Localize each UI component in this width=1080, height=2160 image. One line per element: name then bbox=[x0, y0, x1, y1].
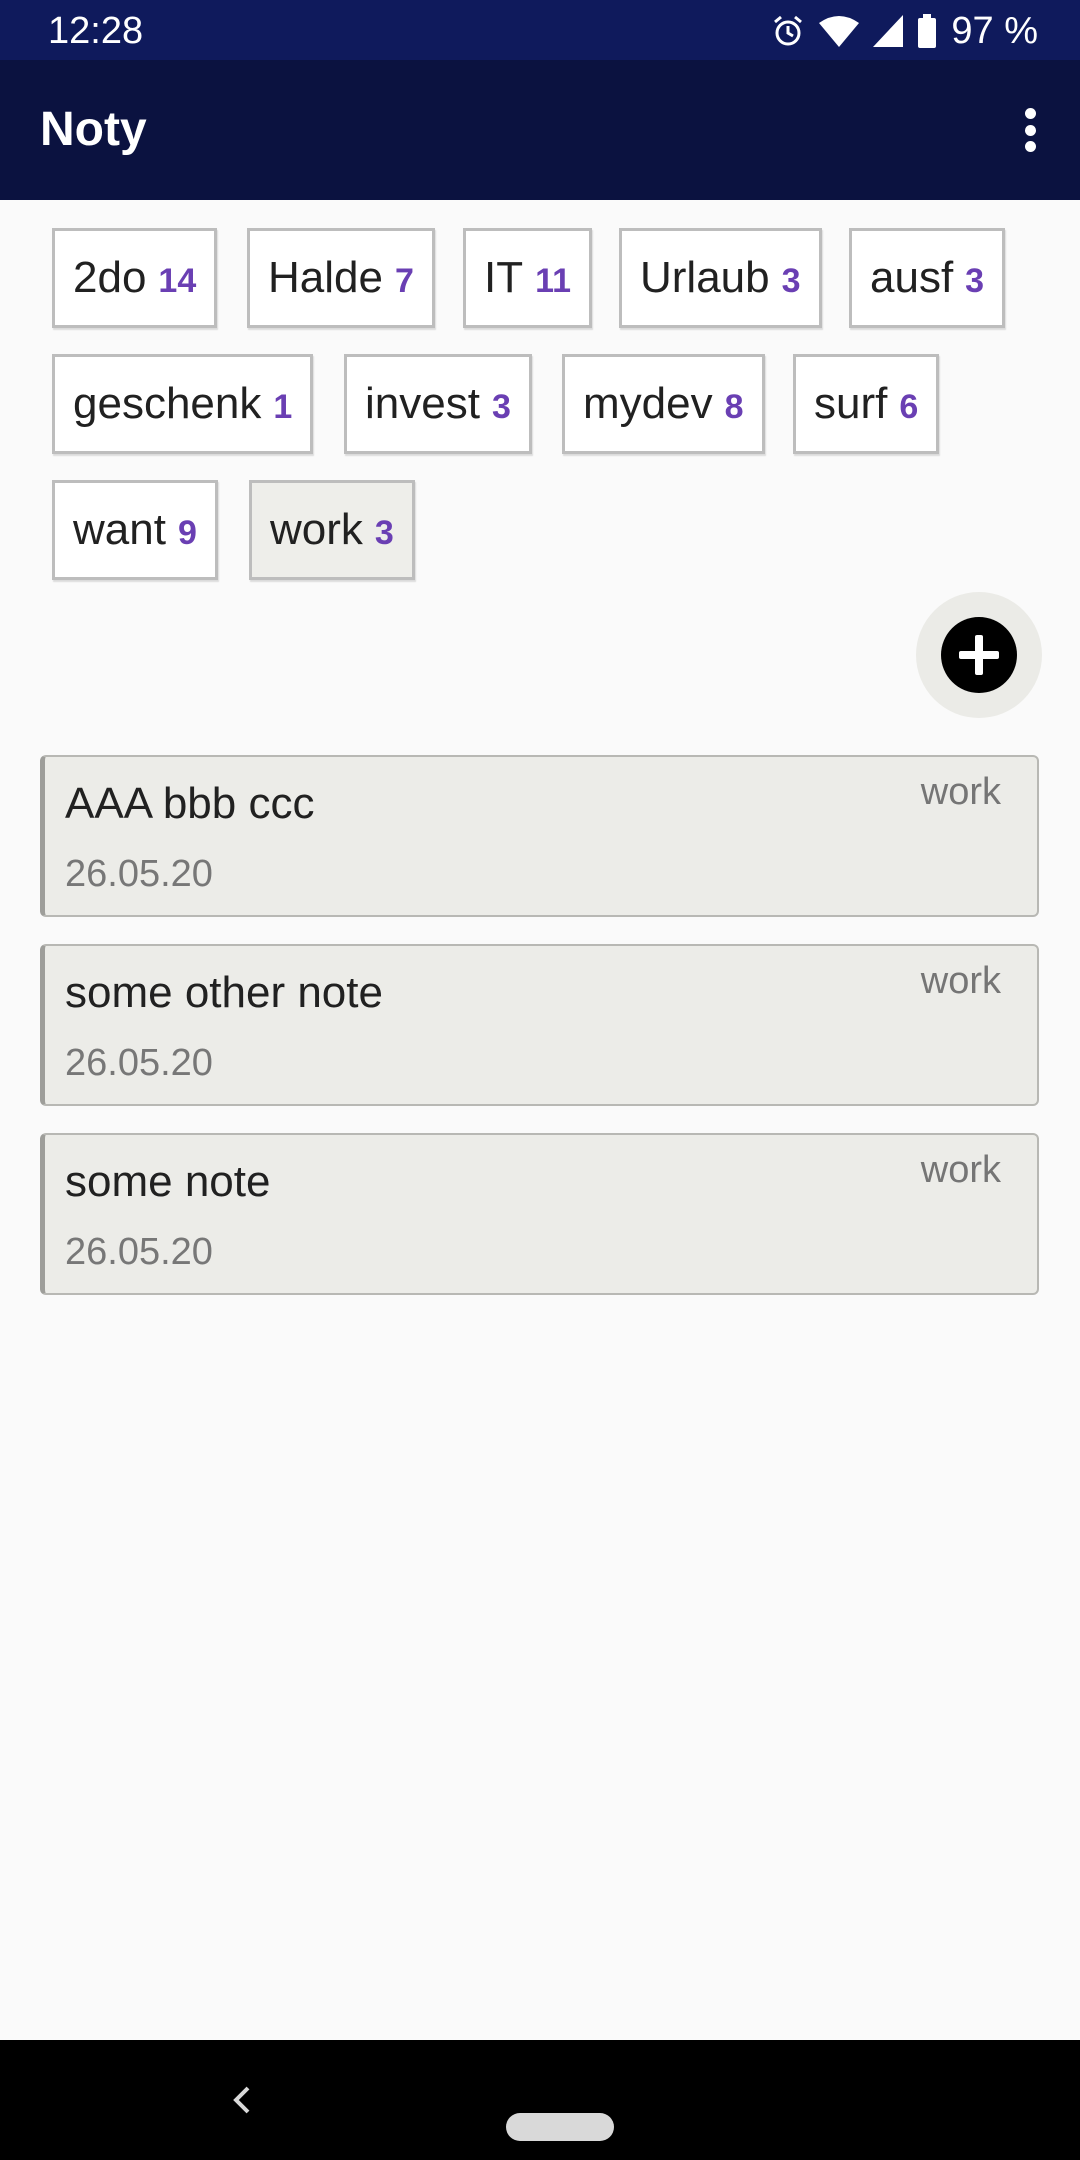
tag-count: 6 bbox=[899, 387, 919, 426]
note-tag: work bbox=[920, 1149, 1001, 1191]
note-tag: work bbox=[920, 771, 1001, 813]
note-card[interactable]: AAA bbb ccc 26.05.20 work bbox=[40, 755, 1039, 917]
tag-count: 3 bbox=[965, 261, 985, 300]
tag-count: 1 bbox=[273, 387, 293, 426]
status-icons: 97 % bbox=[771, 8, 1038, 54]
note-date: 26.05.20 bbox=[65, 1042, 213, 1084]
tag-name: 2do bbox=[73, 253, 147, 302]
tag-name: geschenk bbox=[73, 379, 262, 428]
note-title: some other note bbox=[65, 968, 383, 1017]
tag-chip-urlaub[interactable]: Urlaub 3 bbox=[619, 228, 822, 328]
tag-count: 3 bbox=[491, 387, 511, 426]
tag-name: invest bbox=[365, 379, 480, 428]
tag-count: 3 bbox=[374, 513, 394, 552]
home-pill-icon[interactable] bbox=[506, 2113, 614, 2141]
status-bar: 12:28 97 % bbox=[0, 0, 1080, 60]
tag-chip-want[interactable]: want 9 bbox=[52, 480, 218, 580]
tag-chip-halde[interactable]: Halde 7 bbox=[247, 228, 435, 328]
tag-count: 9 bbox=[177, 513, 197, 552]
note-date: 26.05.20 bbox=[65, 853, 213, 895]
tag-chip-invest[interactable]: invest 3 bbox=[344, 354, 532, 454]
tag-count: 3 bbox=[781, 261, 801, 300]
tag-count: 14 bbox=[158, 261, 197, 300]
note-title: some note bbox=[65, 1157, 271, 1206]
tag-chip-geschenk[interactable]: geschenk 1 bbox=[52, 354, 314, 454]
tag-chip-work[interactable]: work 3 bbox=[249, 480, 415, 580]
more-vert-icon[interactable] bbox=[1010, 102, 1050, 158]
tag-name: Urlaub bbox=[640, 253, 770, 302]
app-title: Noty bbox=[40, 103, 147, 156]
tag-name: ausf bbox=[870, 253, 954, 302]
navigation-bar bbox=[0, 2040, 1080, 2160]
add-note-button[interactable] bbox=[916, 592, 1042, 718]
tag-chip-ausf[interactable]: ausf 3 bbox=[849, 228, 1006, 328]
note-tag: work bbox=[920, 960, 1001, 1002]
tag-chip-it[interactable]: IT 11 bbox=[463, 228, 593, 328]
tag-chip-surf[interactable]: surf 6 bbox=[793, 354, 940, 454]
battery-icon bbox=[917, 14, 937, 48]
tag-name: mydev bbox=[583, 379, 713, 428]
tag-count: 8 bbox=[724, 387, 744, 426]
tag-chip-mydev[interactable]: mydev 8 bbox=[562, 354, 765, 454]
signal-icon bbox=[873, 15, 904, 47]
back-icon[interactable] bbox=[226, 2084, 256, 2116]
note-card[interactable]: some other note 26.05.20 work bbox=[40, 944, 1039, 1106]
app-bar: Noty bbox=[0, 60, 1080, 200]
alarm-icon bbox=[771, 14, 805, 48]
tag-count: 7 bbox=[394, 261, 414, 300]
add-circle-icon bbox=[941, 617, 1017, 693]
battery-percent: 97 % bbox=[951, 9, 1038, 52]
tag-name: work bbox=[270, 505, 363, 554]
tag-name: IT bbox=[484, 253, 524, 302]
wifi-icon bbox=[819, 15, 860, 47]
tag-chip-2do[interactable]: 2do 14 bbox=[52, 228, 218, 328]
tag-name: want bbox=[73, 505, 166, 554]
note-date: 26.05.20 bbox=[65, 1231, 213, 1273]
note-title: AAA bbb ccc bbox=[65, 779, 315, 828]
tag-count: 11 bbox=[535, 261, 572, 300]
tag-name: surf bbox=[814, 379, 888, 428]
tag-name: Halde bbox=[268, 253, 383, 302]
status-time: 12:28 bbox=[48, 10, 144, 52]
note-card[interactable]: some note 26.05.20 work bbox=[40, 1133, 1039, 1295]
